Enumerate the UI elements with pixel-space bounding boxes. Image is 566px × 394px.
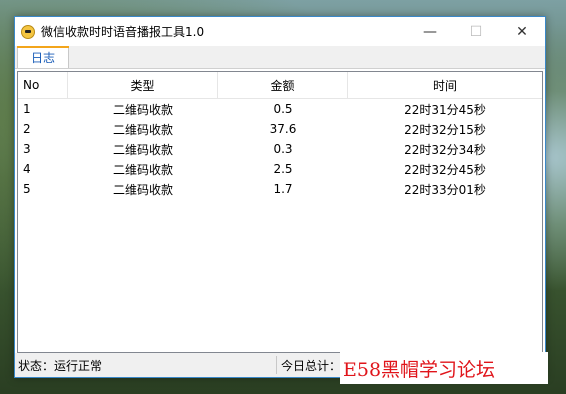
cell-amount: 0.5 xyxy=(273,102,293,116)
tab-log-label: 日志 xyxy=(30,51,55,65)
cell-amount: 37.6 xyxy=(269,122,297,136)
column-header-no[interactable]: No xyxy=(18,72,68,98)
close-button[interactable]: ✕ xyxy=(499,17,545,46)
today-total-text: 今日总计： xyxy=(281,358,342,373)
column-header-amount[interactable]: 金额 xyxy=(218,72,348,98)
cell-amount: 2.5 xyxy=(273,162,293,176)
tab-log[interactable]: 日志 xyxy=(17,46,69,68)
table-row[interactable]: 2 二维码收款 37.6 22时32分15秒 xyxy=(18,119,542,139)
cell-amount: 1.7 xyxy=(273,182,293,196)
table-row[interactable]: 5 二维码收款 1.7 22时33分01秒 xyxy=(18,179,542,199)
cell-type: 二维码收款 xyxy=(112,102,173,117)
cell-time: 22时32分45秒 xyxy=(404,162,486,177)
cell-time: 22时32分34秒 xyxy=(404,142,486,157)
minimize-button[interactable]: — xyxy=(407,17,453,46)
cell-type: 二维码收款 xyxy=(112,142,173,157)
cell-amount: 0.3 xyxy=(273,142,293,156)
cell-time: 22时31分45秒 xyxy=(404,102,486,117)
cell-time: 22时32分15秒 xyxy=(404,122,486,137)
status-text: 状态：运行正常 xyxy=(15,356,277,374)
cell-no: 1 xyxy=(23,102,31,116)
table-row[interactable]: 1 二维码收款 0.5 22时31分45秒 xyxy=(18,99,542,119)
cell-time: 22时33分01秒 xyxy=(404,182,486,197)
maximize-button[interactable]: ☐ xyxy=(453,17,499,46)
cell-type: 二维码收款 xyxy=(112,182,173,197)
cell-no: 3 xyxy=(23,142,31,156)
forum-watermark: E58黑帽学习论坛 xyxy=(340,352,548,384)
tab-bar: 日志 xyxy=(15,46,545,69)
list-header: No 类型 金额 时间 xyxy=(18,72,542,99)
table-row[interactable]: 3 二维码收款 0.3 22时32分34秒 xyxy=(18,139,542,159)
column-header-type[interactable]: 类型 xyxy=(68,72,218,98)
cell-no: 4 xyxy=(23,162,31,176)
app-icon xyxy=(21,24,35,39)
column-header-time[interactable]: 时间 xyxy=(348,72,542,98)
cell-no: 2 xyxy=(23,122,31,136)
app-window: 微信收款时时语音播报工具1.0 — ☐ ✕ 日志 No 类型 金额 时间 1 二… xyxy=(14,16,546,378)
cell-no: 5 xyxy=(23,182,31,196)
table-row[interactable]: 4 二维码收款 2.5 22时32分45秒 xyxy=(18,159,542,179)
tab-active-indicator xyxy=(17,46,69,48)
log-list[interactable]: No 类型 金额 时间 1 二维码收款 0.5 22时31分45秒 2 二维码收… xyxy=(17,71,543,353)
window-title: 微信收款时时语音播报工具1.0 xyxy=(41,25,205,39)
title-bar[interactable]: 微信收款时时语音播报工具1.0 — ☐ ✕ xyxy=(15,17,545,46)
cell-type: 二维码收款 xyxy=(112,162,173,177)
cell-type: 二维码收款 xyxy=(112,122,173,137)
